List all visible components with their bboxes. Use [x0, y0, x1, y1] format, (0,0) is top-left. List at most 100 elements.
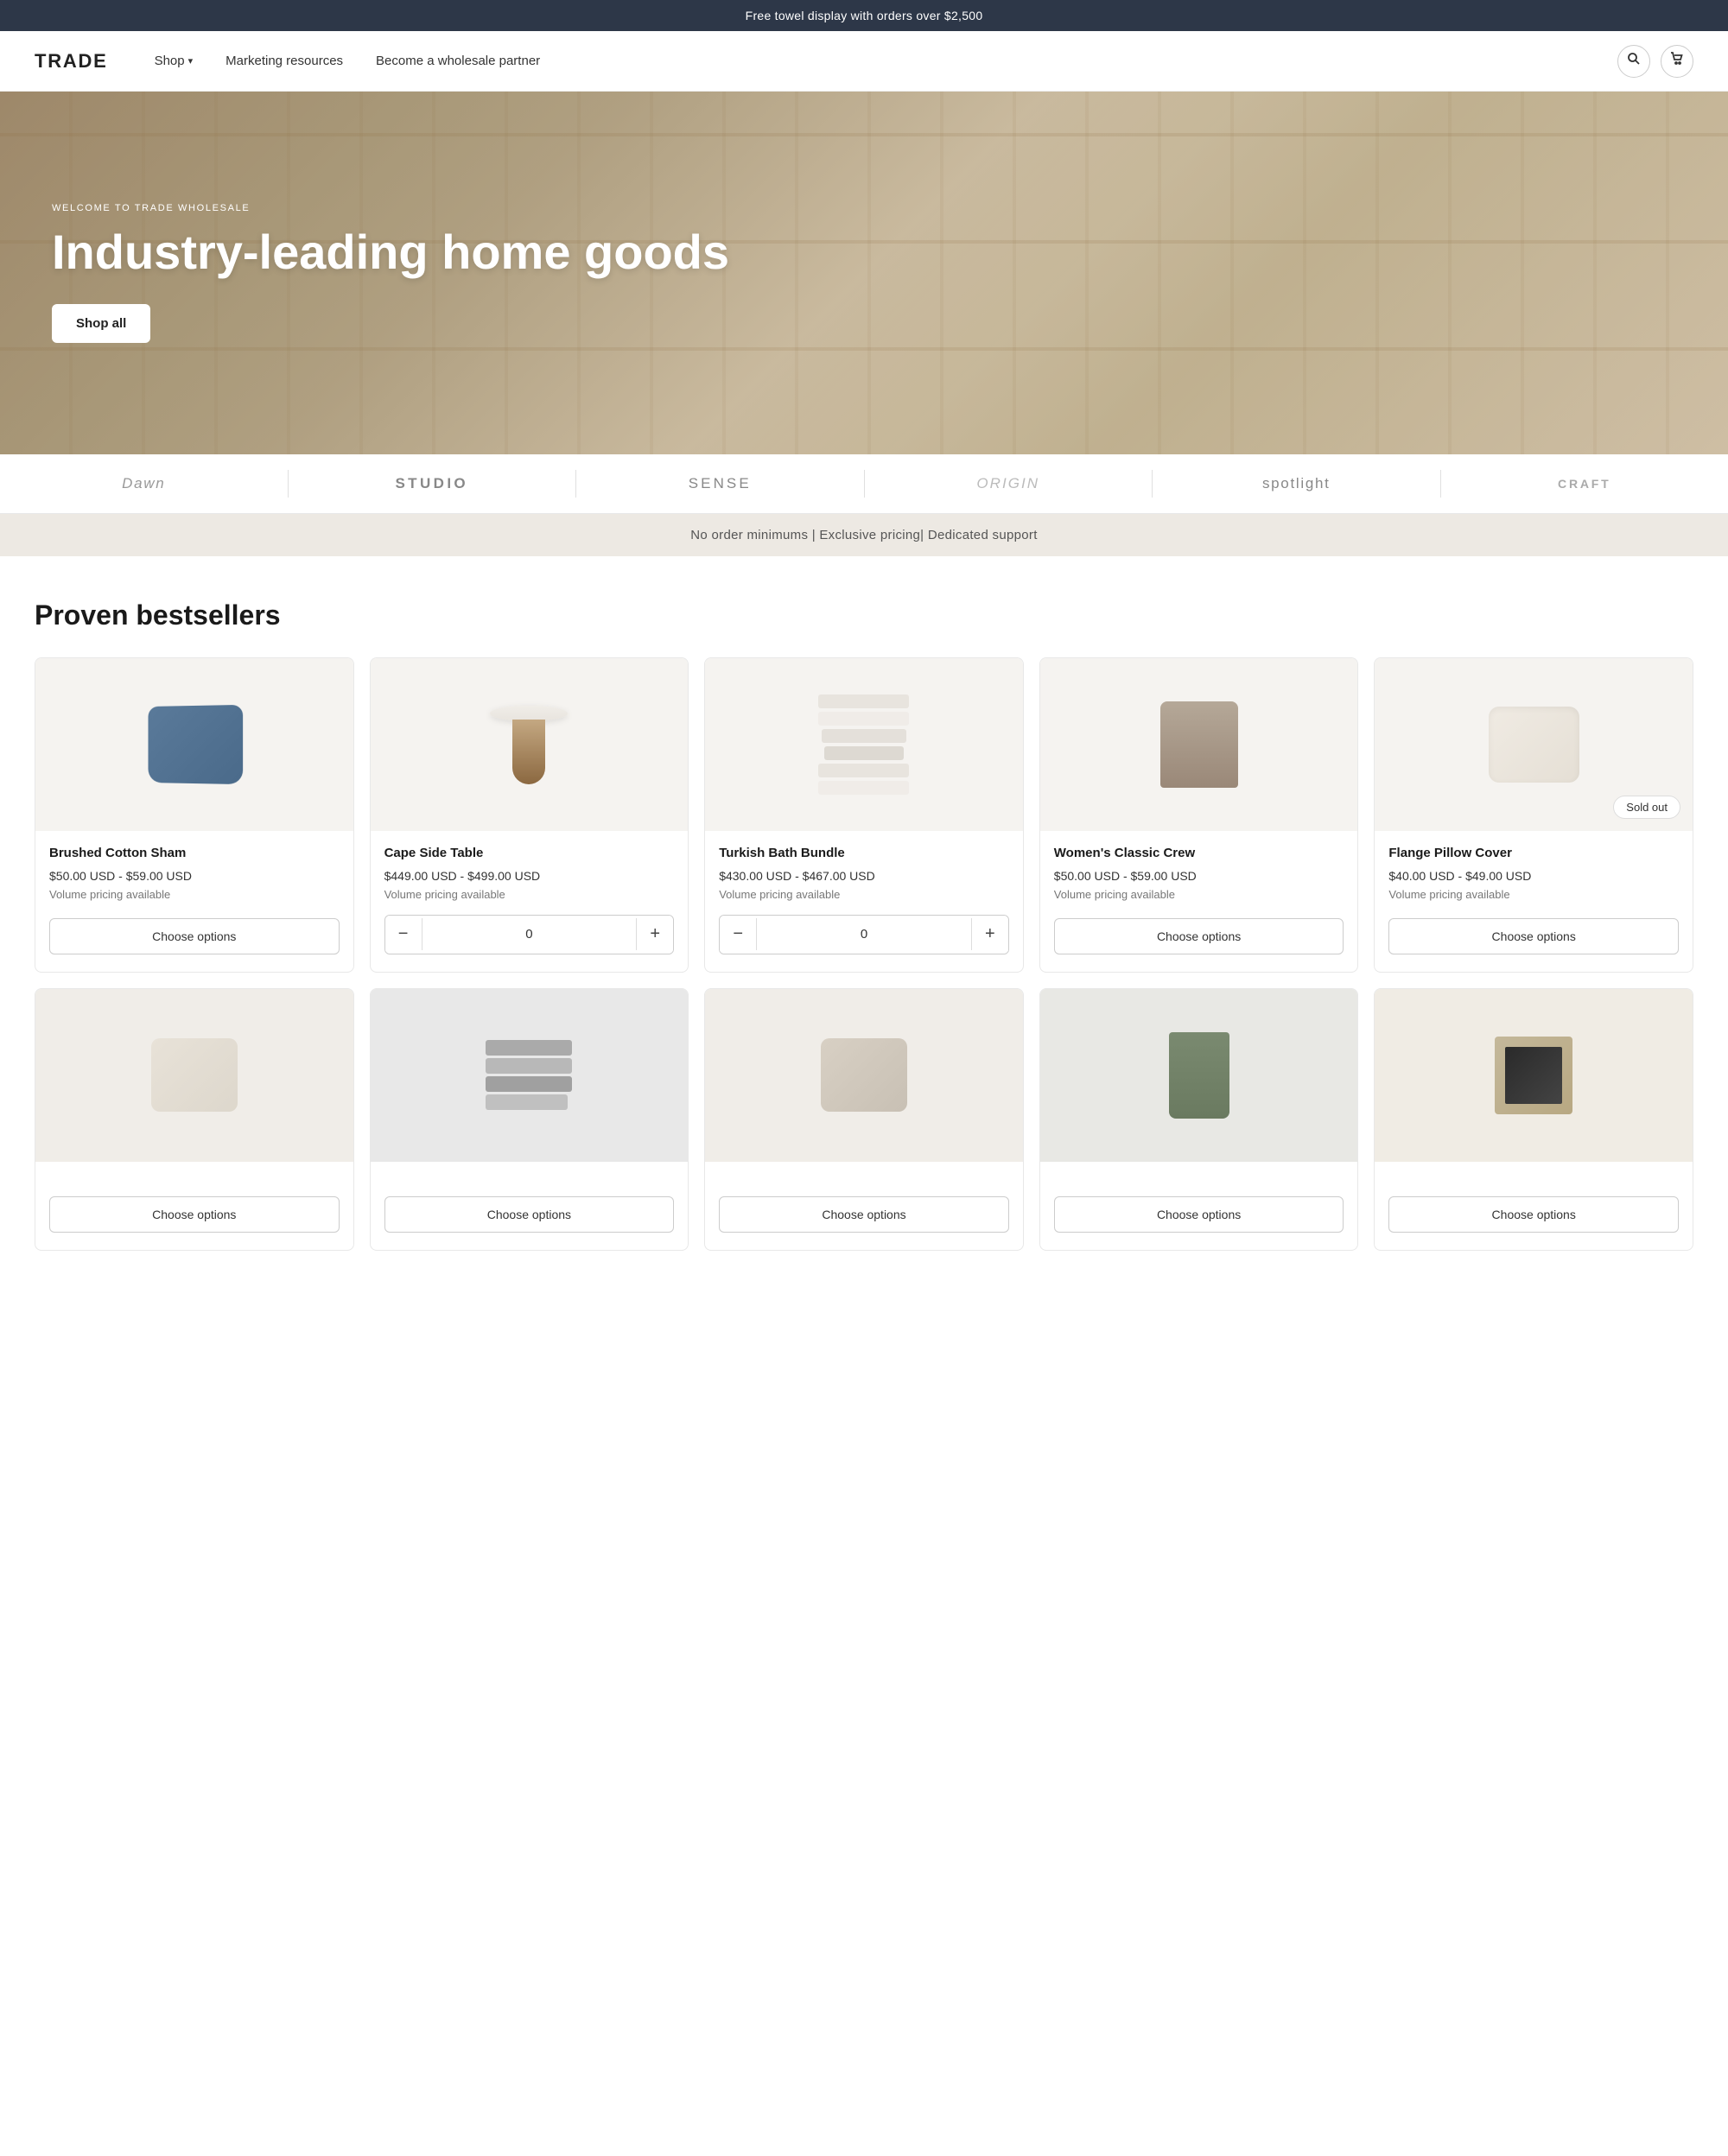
logo[interactable]: TRADE: [35, 50, 108, 73]
product-volume-5: Volume pricing available: [1388, 888, 1679, 904]
product-image-placeholder-7: [402, 1011, 656, 1140]
product-name-3: Turkish Bath Bundle: [719, 845, 1009, 862]
quantity-value-3: 0: [756, 918, 972, 950]
product-image-placeholder-8: [737, 1011, 991, 1140]
side-table-image: [490, 706, 568, 784]
product-image-placeholder-10: [1407, 1011, 1661, 1140]
product-card-7: Choose options: [370, 988, 689, 1251]
header-actions: [1617, 45, 1693, 78]
choose-options-button-5[interactable]: Choose options: [1388, 918, 1679, 954]
pants-green-image: [1169, 1032, 1229, 1119]
towels-gray-image: [486, 1040, 572, 1110]
product-price-4: $50.00 USD - $59.00 USD: [1054, 869, 1344, 883]
header: TRADE Shop ▾ Marketing resources Become …: [0, 31, 1728, 92]
choose-options-button-7[interactable]: Choose options: [384, 1196, 675, 1233]
quantity-control-3: − 0 +: [719, 915, 1009, 954]
product-card-1: Brushed Cotton Sham $50.00 USD - $59.00 …: [35, 657, 354, 973]
product-info-5: Flange Pillow Cover $40.00 USD - $49.00 …: [1375, 831, 1693, 972]
pillow-cream2-image: [151, 1038, 238, 1112]
nav-marketing[interactable]: Marketing resources: [213, 47, 355, 75]
brand-sense[interactable]: SENSE: [576, 470, 865, 498]
product-info-2: Cape Side Table $449.00 USD - $499.00 US…: [371, 831, 689, 972]
product-image-placeholder-2: [402, 680, 656, 809]
pillow-cream-image: [1489, 707, 1579, 783]
product-grid-row2: Choose options Choose options: [35, 988, 1693, 1251]
product-info-3: Turkish Bath Bundle $430.00 USD - $467.0…: [705, 831, 1023, 972]
product-card-2: Cape Side Table $449.00 USD - $499.00 US…: [370, 657, 689, 973]
search-icon: [1627, 52, 1641, 70]
cart-button[interactable]: [1661, 45, 1693, 78]
product-image-placeholder-9: [1072, 1011, 1326, 1140]
quantity-increase-button-3[interactable]: +: [972, 916, 1008, 954]
chevron-down-icon: ▾: [188, 55, 194, 67]
product-info-8: Choose options: [705, 1162, 1023, 1250]
product-name-5: Flange Pillow Cover: [1388, 845, 1679, 862]
product-name-1: Brushed Cotton Sham: [49, 845, 340, 862]
product-image-placeholder-3: [737, 680, 991, 809]
hero-shop-all-button[interactable]: Shop all: [52, 304, 150, 343]
product-info-6: Choose options: [35, 1162, 353, 1250]
quantity-control-2: − 0 +: [384, 915, 675, 954]
product-info-7: Choose options: [371, 1162, 689, 1250]
product-info-10: Choose options: [1375, 1162, 1693, 1250]
product-image-placeholder-5: [1407, 680, 1661, 809]
product-price-2: $449.00 USD - $499.00 USD: [384, 869, 675, 883]
hero-content: WELCOME TO TRADE WHOLESALE Industry-lead…: [0, 203, 781, 344]
brand-spotlight[interactable]: spotlight: [1153, 470, 1441, 498]
brands-bar: Dawn STUDIO SENSE ORIGIN spotlight CRAFT: [0, 454, 1728, 514]
product-image-6: [35, 989, 353, 1162]
quantity-increase-button-2[interactable]: +: [637, 916, 673, 954]
quantity-decrease-button-2[interactable]: −: [385, 916, 422, 954]
product-image-5: Sold out: [1375, 658, 1693, 831]
brand-craft[interactable]: CRAFT: [1441, 472, 1728, 496]
product-info-9: Choose options: [1040, 1162, 1358, 1250]
choose-options-button-4[interactable]: Choose options: [1054, 918, 1344, 954]
brand-dawn[interactable]: Dawn: [0, 470, 289, 498]
product-card-8: Choose options: [704, 988, 1024, 1251]
quantity-decrease-button-3[interactable]: −: [720, 916, 756, 954]
frame-beige-image: [1495, 1037, 1572, 1114]
choose-options-button-9[interactable]: Choose options: [1054, 1196, 1344, 1233]
choose-options-button-10[interactable]: Choose options: [1388, 1196, 1679, 1233]
product-image-3: [705, 658, 1023, 831]
product-image-4: [1040, 658, 1358, 831]
product-image-placeholder-4: [1072, 680, 1326, 809]
product-card-5: Sold out Flange Pillow Cover $40.00 USD …: [1374, 657, 1693, 973]
product-card-3: Turkish Bath Bundle $430.00 USD - $467.0…: [704, 657, 1024, 973]
product-volume-3: Volume pricing available: [719, 888, 1009, 901]
nav-shop[interactable]: Shop ▾: [143, 47, 206, 75]
hero-section: WELCOME TO TRADE WHOLESALE Industry-lead…: [0, 92, 1728, 454]
sold-out-badge: Sold out: [1613, 796, 1680, 819]
brand-origin[interactable]: ORIGIN: [865, 470, 1153, 498]
choose-options-button-1[interactable]: Choose options: [49, 918, 340, 954]
womens-top-image: [1160, 701, 1238, 788]
choose-options-button-8[interactable]: Choose options: [719, 1196, 1009, 1233]
frame-inner: [1505, 1047, 1562, 1104]
product-card-10: Choose options: [1374, 988, 1693, 1251]
product-image-8: [705, 989, 1023, 1162]
value-props-bar: No order minimums | Exclusive pricing| D…: [0, 514, 1728, 556]
choose-options-button-6[interactable]: Choose options: [49, 1196, 340, 1233]
product-image-placeholder-1: [67, 680, 321, 809]
nav-wholesale[interactable]: Become a wholesale partner: [364, 47, 552, 75]
pillow-blue-image: [148, 705, 243, 784]
towels-image: [818, 694, 909, 795]
product-image-2: [371, 658, 689, 831]
product-card-9: Choose options: [1039, 988, 1359, 1251]
product-name-2: Cape Side Table: [384, 845, 675, 862]
search-button[interactable]: [1617, 45, 1650, 78]
product-name-4: Women's Classic Crew: [1054, 845, 1344, 862]
hero-eyebrow: WELCOME TO TRADE WHOLESALE: [52, 203, 729, 213]
product-card-6: Choose options: [35, 988, 354, 1251]
announcement-text: Free towel display with orders over $2,5…: [746, 9, 983, 22]
product-image-9: [1040, 989, 1358, 1162]
product-volume-1: Volume pricing available: [49, 888, 340, 904]
brand-studio[interactable]: STUDIO: [289, 470, 577, 498]
product-image-10: [1375, 989, 1693, 1162]
cart-icon: [1670, 52, 1684, 70]
announcement-bar: Free towel display with orders over $2,5…: [0, 0, 1728, 31]
product-card-4: Women's Classic Crew $50.00 USD - $59.00…: [1039, 657, 1359, 973]
pillow-natural-image: [821, 1038, 907, 1112]
product-volume-4: Volume pricing available: [1054, 888, 1344, 904]
section-title: Proven bestsellers: [35, 599, 1693, 631]
